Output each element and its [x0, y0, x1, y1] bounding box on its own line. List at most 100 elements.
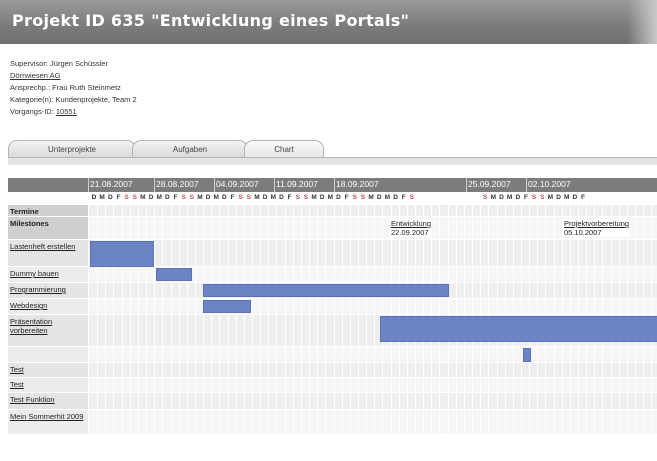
weekday-letter: F: [116, 194, 121, 201]
day-gridline: [488, 393, 490, 409]
company-row: Dörrwiesen AG: [10, 70, 137, 82]
day-gridline: [97, 299, 99, 314]
row-label[interactable]: Test: [8, 363, 88, 377]
contact-row: Ansprechp.: Frau Ruth Steinmetz: [10, 82, 137, 94]
weekday-letter: D: [91, 194, 97, 201]
day-gridline: [480, 267, 482, 282]
task-bar[interactable]: [203, 284, 449, 297]
day-gridline: [325, 410, 327, 434]
day-gridline: [333, 315, 335, 346]
day-gridline: [504, 240, 506, 266]
day-gridline: [113, 363, 115, 377]
row-label[interactable]: Mein Sommerhit 2009: [8, 410, 88, 434]
milestone-link[interactable]: Projektvorbereitung: [564, 219, 629, 228]
day-gridline: [512, 205, 514, 216]
day-gridline: [317, 378, 319, 392]
day-gridline: [447, 217, 449, 239]
milestone-link[interactable]: Entwicklung: [391, 219, 431, 228]
day-gridline: [390, 347, 392, 362]
row-label[interactable]: Präsentation vorbereiten: [8, 315, 88, 346]
day-gridline: [480, 283, 482, 298]
task-link[interactable]: Test: [10, 380, 24, 389]
week-separator: [526, 178, 527, 192]
task-bar[interactable]: [156, 268, 192, 281]
day-gridline: [398, 347, 400, 362]
tab-aufgaben[interactable]: Aufgaben: [132, 140, 248, 158]
day-gridline: [569, 378, 571, 392]
day-gridline: [170, 363, 172, 377]
day-gridline: [488, 240, 490, 266]
day-gridline: [496, 267, 498, 282]
day-gridline: [105, 299, 107, 314]
row-label[interactable]: Test: [8, 378, 88, 392]
day-gridline: [113, 347, 115, 362]
day-gridline: [431, 393, 433, 409]
row-label[interactable]: Programmierung: [8, 283, 88, 298]
day-gridline: [325, 378, 327, 392]
task-link[interactable]: Präsentation vorbereiten: [10, 317, 52, 335]
day-gridline: [325, 205, 327, 216]
weekday-letter: D: [376, 194, 382, 201]
task-link[interactable]: Lastenheft erstellen: [10, 242, 75, 251]
day-gridline: [300, 240, 302, 266]
day-gridline: [504, 283, 506, 298]
day-gridline: [235, 315, 237, 346]
day-gridline: [472, 299, 474, 314]
day-gridline: [292, 393, 294, 409]
day-gridline: [194, 315, 196, 346]
tab-unterprojekte[interactable]: Unterprojekte: [8, 140, 136, 158]
day-gridline: [97, 347, 99, 362]
day-gridline: [292, 410, 294, 434]
day-gridline: [569, 283, 571, 298]
day-gridline: [651, 205, 653, 216]
tab-chart[interactable]: Chart: [244, 140, 324, 158]
task-link[interactable]: Webdesign: [10, 301, 47, 310]
day-gridline: [178, 347, 180, 362]
task-link[interactable]: Test: [10, 365, 24, 374]
day-gridline: [455, 393, 457, 409]
day-gridline: [105, 267, 107, 282]
day-gridline: [260, 299, 262, 314]
task-link[interactable]: Dummy bauen: [10, 269, 59, 278]
day-gridline: [219, 315, 221, 346]
day-gridline: [651, 347, 653, 362]
day-gridline: [211, 217, 213, 239]
task-bar[interactable]: [523, 348, 531, 362]
day-gridline: [586, 283, 588, 298]
week-label: 11.09.2007: [276, 179, 318, 189]
row-label[interactable]: Webdesign: [8, 299, 88, 314]
day-gridline: [194, 363, 196, 377]
task-bar[interactable]: [380, 316, 657, 342]
day-gridline: [276, 205, 278, 216]
weekday-letter: D: [336, 194, 341, 201]
row-label[interactable]: Dummy bauen: [8, 267, 88, 282]
day-gridline: [349, 217, 351, 239]
day-gridline: [545, 283, 547, 298]
day-gridline: [227, 363, 229, 377]
day-gridline: [121, 410, 123, 434]
task-link[interactable]: Programmierung: [10, 285, 66, 294]
day-gridline: [529, 299, 531, 314]
day-gridline: [268, 267, 270, 282]
row-label[interactable]: Lastenheft erstellen: [8, 240, 88, 266]
day-gridline: [643, 393, 645, 409]
day-gridline: [268, 240, 270, 266]
day-gridline: [97, 283, 99, 298]
day-gridline: [235, 347, 237, 362]
day-gridline: [268, 378, 270, 392]
task-link[interactable]: Test Funktion: [10, 395, 55, 404]
day-gridline: [602, 205, 604, 216]
day-gridline: [97, 410, 99, 434]
company-link[interactable]: Dörrwiesen AG: [10, 71, 60, 80]
day-gridline: [374, 363, 376, 377]
row-track: [89, 378, 657, 392]
task-bar[interactable]: [203, 300, 251, 313]
supervisor-value: Jürgen Schüssler: [50, 59, 108, 68]
row-label[interactable]: Test Funktion: [8, 393, 88, 409]
process-id-link[interactable]: 10551: [56, 107, 77, 116]
weekday-letter: M: [254, 194, 260, 201]
task-bar[interactable]: [90, 241, 154, 267]
milestone: Projektvorbereitung 05.10.2007: [563, 219, 631, 237]
task-link[interactable]: Mein Sommerhit 2009: [10, 412, 83, 421]
day-gridline: [374, 315, 376, 346]
